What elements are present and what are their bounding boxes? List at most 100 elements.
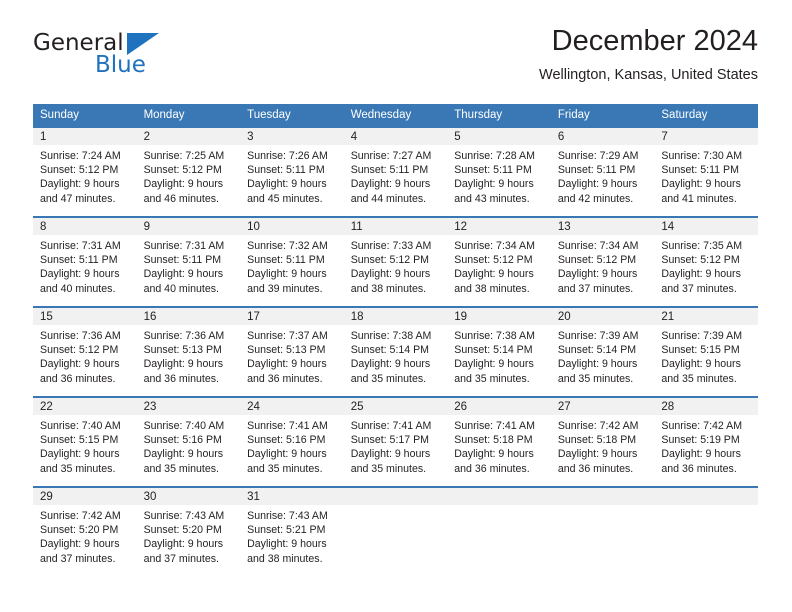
day-number: 20	[557, 311, 571, 323]
calendar-day-cell-empty	[343, 486, 448, 577]
calendar-day-cell[interactable]: 11 Sunrise: 7:33 AM Sunset: 5:12 PM Dayl…	[343, 216, 448, 307]
sunset-text: Sunset: 5:18 PM	[557, 434, 637, 447]
daylight-text-line2: and 37 minutes.	[557, 282, 634, 295]
day-number: 18	[350, 311, 364, 323]
sunset-text: Sunset: 5:11 PM	[143, 254, 222, 267]
calendar-day-cell[interactable]: 16 Sunrise: 7:36 AM Sunset: 5:13 PM Dayl…	[136, 306, 241, 397]
calendar-day-cell[interactable]: 3 Sunrise: 7:26 AM Sunset: 5:11 PM Dayli…	[240, 126, 344, 217]
calendar-day-cell[interactable]: 28 Sunrise: 7:42 AM Sunset: 5:19 PM Dayl…	[654, 396, 758, 487]
sunset-text: Sunset: 5:12 PM	[661, 254, 740, 267]
general-blue-logo[interactable]: General Blue	[33, 30, 263, 92]
calendar-day-cell[interactable]: 25 Sunrise: 7:41 AM Sunset: 5:17 PM Dayl…	[343, 396, 448, 487]
day-details: Sunrise: 7:31 AM Sunset: 5:11 PM Dayligh…	[137, 235, 241, 296]
sunrise-text: Sunrise: 7:35 AM	[661, 240, 743, 252]
daylight-text-line2: and 35 minutes.	[350, 372, 427, 385]
calendar-day-cell[interactable]: 19 Sunrise: 7:38 AM Sunset: 5:14 PM Dayl…	[447, 306, 551, 397]
weekday-header-row: Sunday Monday Tuesday Wednesday Thursday…	[33, 104, 758, 127]
day-details: Sunrise: 7:36 AM Sunset: 5:13 PM Dayligh…	[137, 325, 241, 386]
daylight-text-line1: Daylight: 9 hours	[143, 448, 224, 461]
logo-text-blue: Blue	[95, 52, 146, 78]
daylight-text-line1: Daylight: 9 hours	[661, 178, 741, 191]
sunrise-text: Sunrise: 7:34 AM	[454, 240, 535, 252]
day-number: 1	[40, 131, 47, 143]
calendar-week-row: 29 Sunrise: 7:42 AM Sunset: 5:20 PM Dayl…	[33, 486, 758, 577]
calendar-day-cell[interactable]: 14 Sunrise: 7:35 AM Sunset: 5:12 PM Dayl…	[654, 216, 758, 307]
daylight-text-line2: and 37 minutes.	[143, 552, 219, 565]
day-number-band	[447, 488, 551, 505]
calendar-day-cell[interactable]: 30 Sunrise: 7:43 AM Sunset: 5:20 PM Dayl…	[136, 486, 241, 577]
calendar-day-cell[interactable]: 1 Sunrise: 7:24 AM Sunset: 5:12 PM Dayli…	[33, 126, 137, 217]
calendar-day-cell[interactable]: 21 Sunrise: 7:39 AM Sunset: 5:15 PM Dayl…	[654, 306, 758, 397]
calendar-day-cell[interactable]: 5 Sunrise: 7:28 AM Sunset: 5:11 PM Dayli…	[447, 126, 551, 217]
sunrise-text: Sunrise: 7:40 AM	[143, 420, 225, 432]
sunrise-text: Sunrise: 7:38 AM	[454, 330, 535, 342]
calendar-day-cell[interactable]: 7 Sunrise: 7:30 AM Sunset: 5:11 PM Dayli…	[654, 126, 758, 217]
day-number: 6	[557, 131, 565, 143]
daylight-text-line1: Daylight: 9 hours	[350, 268, 431, 281]
calendar-day-cell[interactable]: 9 Sunrise: 7:31 AM Sunset: 5:11 PM Dayli…	[136, 216, 241, 307]
calendar-day-cell[interactable]: 10 Sunrise: 7:32 AM Sunset: 5:11 PM Dayl…	[240, 216, 344, 307]
calendar-day-cell[interactable]: 23 Sunrise: 7:40 AM Sunset: 5:16 PM Dayl…	[136, 396, 241, 487]
sunrise-text: Sunrise: 7:41 AM	[454, 420, 535, 432]
calendar-day-cell[interactable]: 31 Sunrise: 7:43 AM Sunset: 5:21 PM Dayl…	[240, 486, 344, 577]
day-details: Sunrise: 7:42 AM Sunset: 5:19 PM Dayligh…	[654, 415, 758, 476]
calendar-day-cell[interactable]: 29 Sunrise: 7:42 AM Sunset: 5:20 PM Dayl…	[33, 486, 137, 577]
day-number-band: 6	[550, 128, 655, 145]
calendar-day-cell[interactable]: 24 Sunrise: 7:41 AM Sunset: 5:16 PM Dayl…	[240, 396, 344, 487]
calendar-day-cell[interactable]: 15 Sunrise: 7:36 AM Sunset: 5:12 PM Dayl…	[33, 306, 137, 397]
weekday-header-thursday: Thursday	[447, 104, 551, 127]
sunset-text: Sunset: 5:20 PM	[40, 524, 119, 537]
day-number: 25	[350, 401, 364, 413]
day-number-band: 9	[136, 218, 241, 235]
day-number: 31	[247, 491, 260, 503]
day-number: 15	[40, 311, 53, 323]
day-number-band: 27	[550, 398, 655, 415]
day-number: 23	[143, 401, 157, 413]
calendar-day-cell[interactable]: 22 Sunrise: 7:40 AM Sunset: 5:15 PM Dayl…	[33, 396, 137, 487]
sunrise-text: Sunrise: 7:42 AM	[661, 420, 743, 432]
daylight-text-line1: Daylight: 9 hours	[454, 448, 534, 461]
calendar-day-cell[interactable]: 18 Sunrise: 7:38 AM Sunset: 5:14 PM Dayl…	[343, 306, 448, 397]
sunrise-text: Sunrise: 7:33 AM	[350, 240, 432, 252]
daylight-text-line2: and 40 minutes.	[143, 282, 219, 295]
day-number: 10	[247, 221, 260, 233]
day-number: 29	[40, 491, 53, 503]
calendar-day-cell[interactable]: 20 Sunrise: 7:39 AM Sunset: 5:14 PM Dayl…	[550, 306, 655, 397]
day-number: 30	[143, 491, 157, 503]
day-number: 7	[661, 131, 668, 143]
daylight-text-line2: and 36 minutes.	[143, 372, 219, 385]
daylight-text-line2: and 43 minutes.	[454, 192, 530, 205]
day-details: Sunrise: 7:34 AM Sunset: 5:12 PM Dayligh…	[447, 235, 551, 296]
sunrise-text: Sunrise: 7:34 AM	[557, 240, 639, 252]
daylight-text-line2: and 36 minutes.	[557, 462, 634, 475]
daylight-text-line1: Daylight: 9 hours	[40, 538, 120, 551]
weekday-header-sunday: Sunday	[33, 104, 137, 127]
daylight-text-line2: and 36 minutes.	[247, 372, 323, 385]
calendar-day-cell[interactable]: 4 Sunrise: 7:27 AM Sunset: 5:11 PM Dayli…	[343, 126, 448, 217]
calendar-day-cell[interactable]: 27 Sunrise: 7:42 AM Sunset: 5:18 PM Dayl…	[550, 396, 655, 487]
daylight-text-line1: Daylight: 9 hours	[454, 178, 534, 191]
calendar-day-cell[interactable]: 17 Sunrise: 7:37 AM Sunset: 5:13 PM Dayl…	[240, 306, 344, 397]
calendar-day-cell[interactable]: 26 Sunrise: 7:41 AM Sunset: 5:18 PM Dayl…	[447, 396, 551, 487]
calendar-day-cell[interactable]: 6 Sunrise: 7:29 AM Sunset: 5:11 PM Dayli…	[550, 126, 655, 217]
weekday-header-friday: Friday	[550, 104, 655, 127]
calendar-day-cell[interactable]: 8 Sunrise: 7:31 AM Sunset: 5:11 PM Dayli…	[33, 216, 137, 307]
day-details: Sunrise: 7:41 AM Sunset: 5:16 PM Dayligh…	[240, 415, 344, 476]
title-block: December 2024 Wellington, Kansas, United…	[539, 22, 758, 86]
calendar-day-cell[interactable]: 13 Sunrise: 7:34 AM Sunset: 5:12 PM Dayl…	[550, 216, 655, 307]
day-number-band	[654, 488, 758, 505]
daylight-text-line1: Daylight: 9 hours	[143, 358, 224, 371]
daylight-text-line1: Daylight: 9 hours	[350, 448, 431, 461]
sunset-text: Sunset: 5:15 PM	[40, 434, 119, 447]
calendar-day-cell[interactable]: 2 Sunrise: 7:25 AM Sunset: 5:12 PM Dayli…	[136, 126, 241, 217]
daylight-text-line1: Daylight: 9 hours	[247, 178, 327, 191]
sunset-text: Sunset: 5:14 PM	[350, 344, 430, 357]
day-details: Sunrise: 7:39 AM Sunset: 5:14 PM Dayligh…	[551, 325, 655, 386]
day-details: Sunrise: 7:40 AM Sunset: 5:16 PM Dayligh…	[137, 415, 241, 476]
calendar-day-cell[interactable]: 12 Sunrise: 7:34 AM Sunset: 5:12 PM Dayl…	[447, 216, 551, 307]
sunset-text: Sunset: 5:13 PM	[143, 344, 222, 357]
calendar-header-row-group: Sunday Monday Tuesday Wednesday Thursday…	[33, 104, 758, 127]
day-number: 12	[454, 221, 468, 233]
day-number: 28	[661, 401, 675, 413]
daylight-text-line1: Daylight: 9 hours	[661, 448, 741, 461]
